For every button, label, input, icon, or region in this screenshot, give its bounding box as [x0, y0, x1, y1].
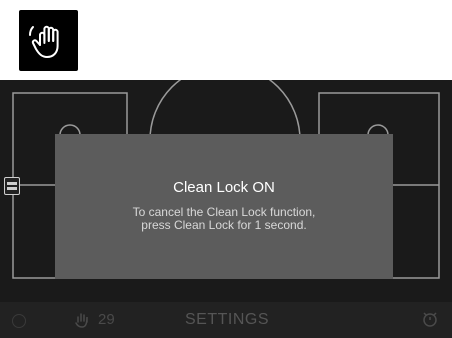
cooktop-display: Clean Lock ON To cancel the Clean Lock f… — [0, 80, 452, 338]
lock-count: 29 — [98, 311, 115, 328]
zone-link-icon[interactable] — [4, 177, 20, 195]
hand-icon — [28, 25, 59, 58]
settings-button[interactable]: SETTINGS — [185, 311, 269, 329]
timer-icon[interactable] — [421, 310, 439, 328]
bottom-bar: 29 SETTINGS — [0, 302, 452, 338]
clean-lock-button[interactable] — [19, 10, 78, 71]
power-icon[interactable] — [12, 314, 26, 328]
clean-lock-small-icon[interactable] — [73, 311, 91, 329]
dialog-message-line-2: press Clean Lock for 1 second. — [141, 218, 307, 232]
dialog-title: Clean Lock ON — [173, 179, 275, 196]
dialog-message: To cancel the Clean Lock function, press… — [55, 206, 393, 232]
clean-lock-dialog: Clean Lock ON To cancel the Clean Lock f… — [55, 134, 393, 279]
